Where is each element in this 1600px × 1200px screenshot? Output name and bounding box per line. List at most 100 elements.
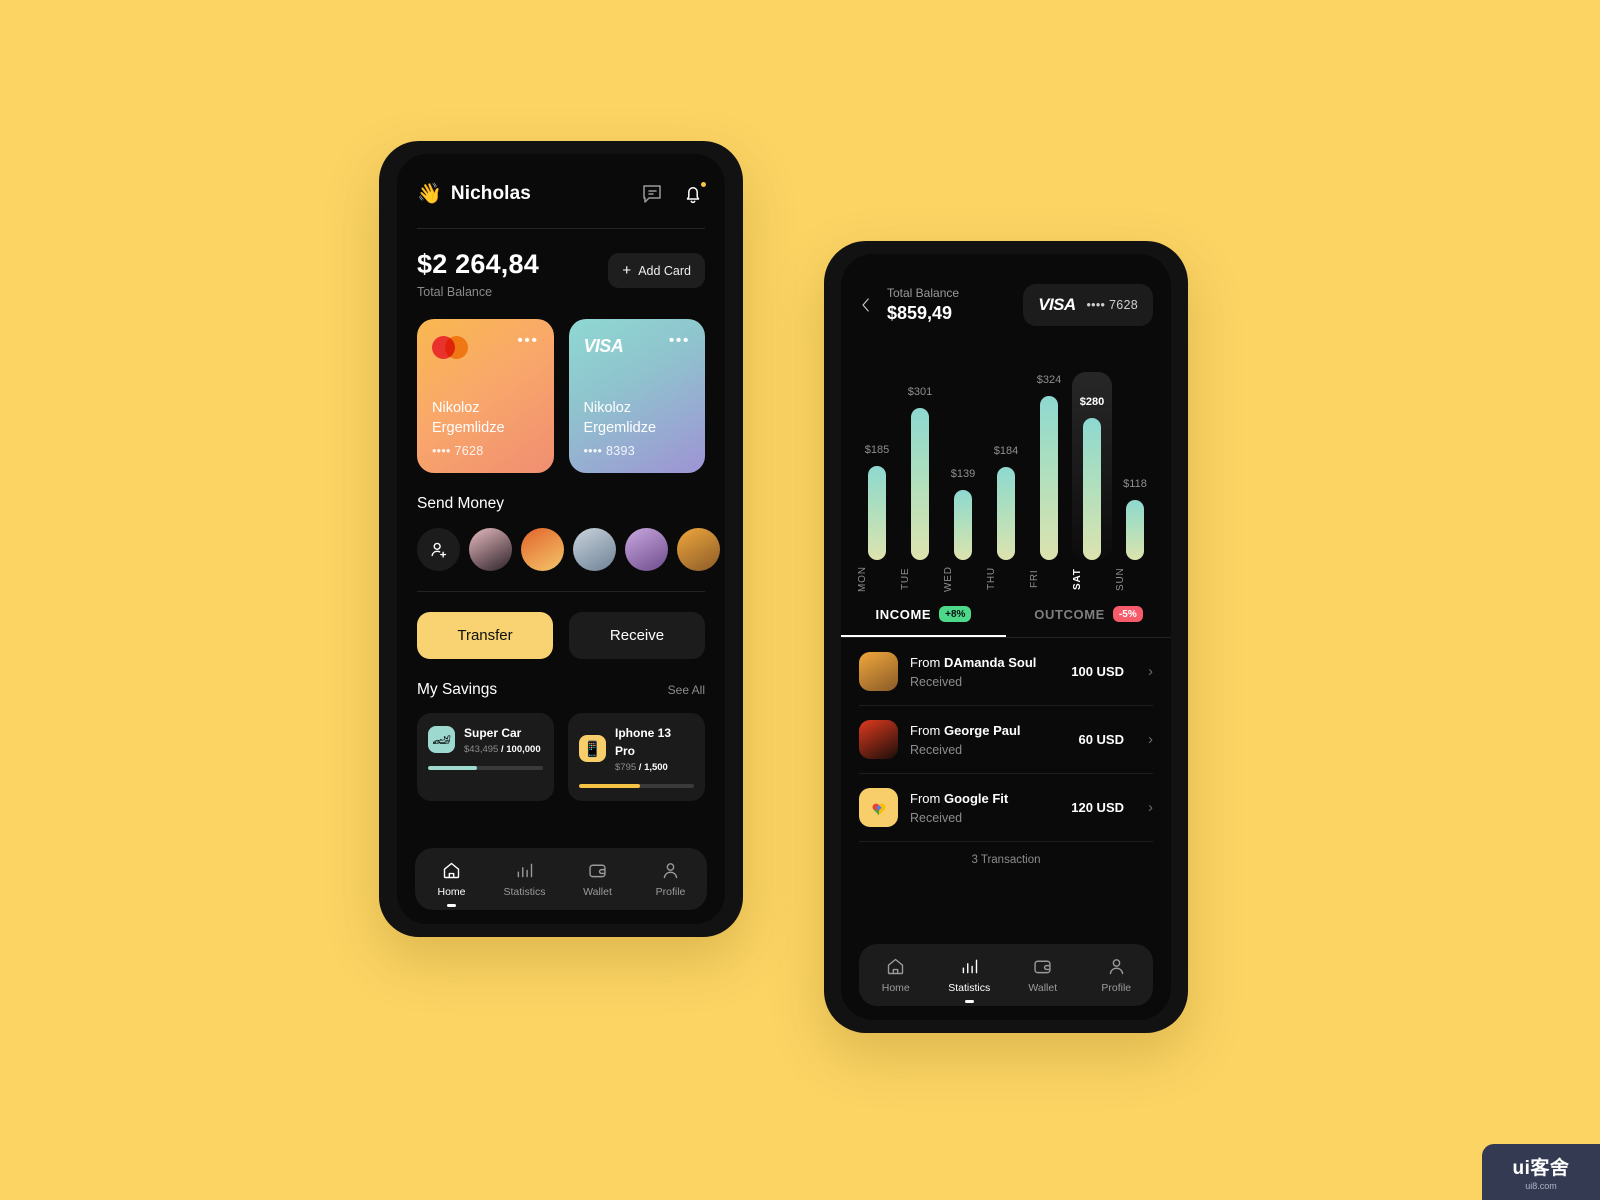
receive-button[interactable]: Receive [569,612,705,659]
race-car-icon: 🏎 [428,726,455,753]
nav-item-statistics[interactable]: Statistics [933,956,1007,1003]
transaction-list: From DAmanda Soul Received 100 USD › Fro… [841,638,1171,866]
card-holder-name: Nikoloz Ergemlidze [432,400,505,436]
tab-income[interactable]: INCOME +8% [841,606,1006,637]
tab-outcome[interactable]: OUTCOME -5% [1006,606,1171,637]
bar-day-label: SUN [1115,567,1126,591]
card-info: Nikoloz Ergemlidze •••• 7628 [432,398,539,458]
action-buttons: Transfer Receive [397,592,725,659]
nav-item-statistics[interactable]: Statistics [488,860,561,898]
transaction-row[interactable]: From DAmanda Soul Received 100 USD › [841,638,1171,705]
weekly-bar-chart: $185 MON $301 TUE $139 WED $184 THU $324 FRI $280 S… [855,344,1157,596]
transaction-row[interactable]: From Google Fit Received 120 USD › [841,774,1171,841]
visa-icon: VISA [1038,295,1076,314]
canvas: 👋 Nicholas $2 264,84 Total Balance + Add… [0,0,1600,1200]
transaction-amount: 120 USD [1071,800,1124,815]
savings-progress-text: $795 / 1,500 [615,762,668,773]
wave-icon: 👋 [417,183,442,205]
chevron-right-icon[interactable]: › [1148,799,1153,816]
payment-card-mastercard[interactable]: ••• Nikoloz Ergemlidze •••• 7628 [417,319,554,473]
contact-avatar[interactable] [677,528,720,571]
transaction-title: From George Paul [910,723,1021,738]
card-menu-icon[interactable]: ••• [517,333,538,348]
add-card-button[interactable]: + Add Card [608,253,705,288]
savings-text: Iphone 13 Pro $795 / 1,500 [615,724,694,773]
nav-item-profile[interactable]: Profile [1080,956,1154,994]
transaction-row[interactable]: From George Paul Received 60 USD › [841,706,1171,773]
savings-text: Super Car $43,495 / 100,000 [464,724,541,755]
bar-column-fri[interactable]: $324 FRI [1029,344,1069,596]
message-bubble-icon[interactable] [640,182,664,206]
nav-item-home[interactable]: Home [415,860,488,907]
add-person-icon[interactable] [417,528,460,571]
card-selector-chip[interactable]: VISA •••• 7628 [1023,284,1153,326]
nav-item-wallet[interactable]: Wallet [1006,956,1080,994]
bar-value-label: $280 [1079,396,1105,408]
chevron-right-icon[interactable]: › [1148,731,1153,748]
nav-label: Profile [655,886,686,898]
contact-avatar[interactable] [469,528,512,571]
bar-column-mon[interactable]: $185 MON [857,344,897,596]
contact-avatar[interactable] [521,528,564,571]
nav-item-wallet[interactable]: Wallet [561,860,634,898]
nav-item-profile[interactable]: Profile [634,860,707,898]
transaction-amount: 100 USD [1071,664,1124,679]
bar-column-sun[interactable]: $118 SUN [1115,344,1155,596]
see-all-link[interactable]: See All [668,683,705,697]
card-number: •••• 8393 [583,444,635,458]
savings-progress-fill [579,784,640,788]
notification-bell-icon[interactable] [681,182,706,206]
savings-item-super-car[interactable]: 🏎 Super Car $43,495 / 100,000 [417,713,554,801]
watermark-main: ui客舍 [1512,1158,1570,1179]
greeting: 👋 Nicholas [417,183,531,205]
watermark-badge: ui客舍 ui8.com [1482,1144,1600,1200]
statistics-screen: Total Balance $859,49 VISA •••• 7628 $18… [841,254,1171,1020]
savings-item-iphone[interactable]: 📱 Iphone 13 Pro $795 / 1,500 [568,713,705,801]
card-holder-name: Nikoloz Ergemlidze [583,400,657,436]
nav-label: Statistics [503,886,546,898]
bar-column-tue[interactable]: $301 TUE [900,344,940,596]
transfer-button[interactable]: Transfer [417,612,553,659]
savings-progress-bar [579,784,694,788]
nav-item-home[interactable]: Home [859,956,933,994]
bar-value-label: $118 [1123,478,1147,490]
bar-value-label: $185 [864,444,890,456]
add-card-label: Add Card [638,263,691,278]
income-outcome-tabs: INCOME +8% OUTCOME -5% [841,606,1171,637]
nav-label: Home [437,886,466,898]
home-screen: 👋 Nicholas $2 264,84 Total Balance + Add… [397,154,725,924]
bottom-nav-home: Home Statistics Wallet Profile [415,848,707,910]
contact-avatar[interactable] [573,528,616,571]
savings-list: 🏎 Super Car $43,495 / 100,000 📱 Iphone 1… [397,699,725,801]
chevron-left-icon[interactable] [857,295,875,315]
payment-card-visa[interactable]: VISA ••• Nikoloz Ergemlidze •••• 8393 [568,319,705,473]
visa-icon: VISA [583,336,624,356]
card-top-row: ••• [432,333,539,359]
bar-column-wed[interactable]: $139 WED [943,344,983,596]
bar-rect [911,408,929,560]
contact-avatar[interactable] [625,528,668,571]
google-fit-icon [859,788,898,827]
balance-label: Total Balance [887,286,960,300]
bar-rect [1083,418,1101,560]
plus-icon: + [622,262,632,279]
nav-label: Profile [1101,982,1132,994]
bar-value-label: $324 [1036,374,1062,386]
transaction-status: Received [910,743,963,757]
bar-column-thu[interactable]: $184 THU [986,344,1026,596]
bar-column-sat[interactable]: $280 SAT [1072,344,1112,596]
card-menu-icon[interactable]: ••• [669,333,690,348]
home-header: 👋 Nicholas [397,154,725,206]
bottom-nav-statistics: Home Statistics Wallet Profile [859,944,1153,1006]
savings-header: My Savings See All [397,659,725,699]
bar-value-label: $139 [950,468,976,480]
nav-label: Statistics [948,982,991,994]
card-number: •••• 7628 [1086,298,1138,312]
chevron-right-icon[interactable]: › [1148,663,1153,680]
savings-progress-bar [428,766,543,770]
phone-frame-home: 👋 Nicholas $2 264,84 Total Balance + Add… [379,141,743,937]
statistics-header: Total Balance $859,49 VISA •••• 7628 [841,254,1171,326]
transaction-count: 3 Transaction [971,854,1041,866]
tab-label: OUTCOME [1034,606,1105,622]
nav-label: Home [881,982,910,994]
